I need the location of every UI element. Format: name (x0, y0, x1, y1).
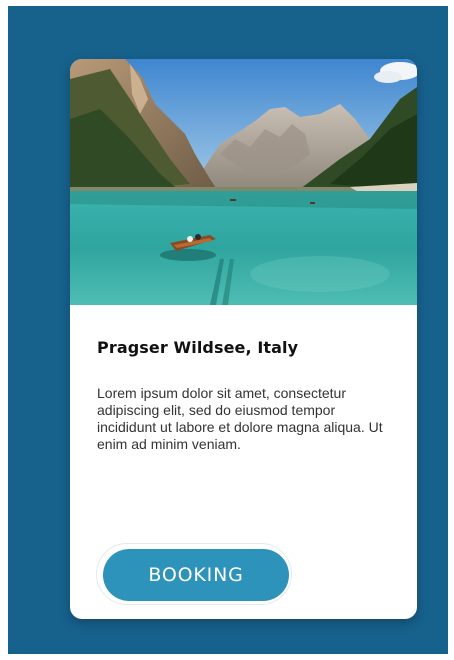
lake-landscape-photo (70, 59, 417, 305)
card-content: Pragser Wildsee, Italy Lorem ipsum dolor… (97, 337, 397, 453)
card-title: Pragser Wildsee, Italy (97, 338, 299, 357)
booking-button-outline: BOOKING (96, 543, 292, 605)
destination-card: Pragser Wildsee, Italy Lorem ipsum dolor… (70, 59, 417, 619)
booking-button[interactable]: BOOKING (103, 549, 289, 601)
card-description: Lorem ipsum dolor sit amet, consectetur … (97, 385, 383, 452)
page-background: Pragser Wildsee, Italy Lorem ipsum dolor… (8, 6, 448, 654)
